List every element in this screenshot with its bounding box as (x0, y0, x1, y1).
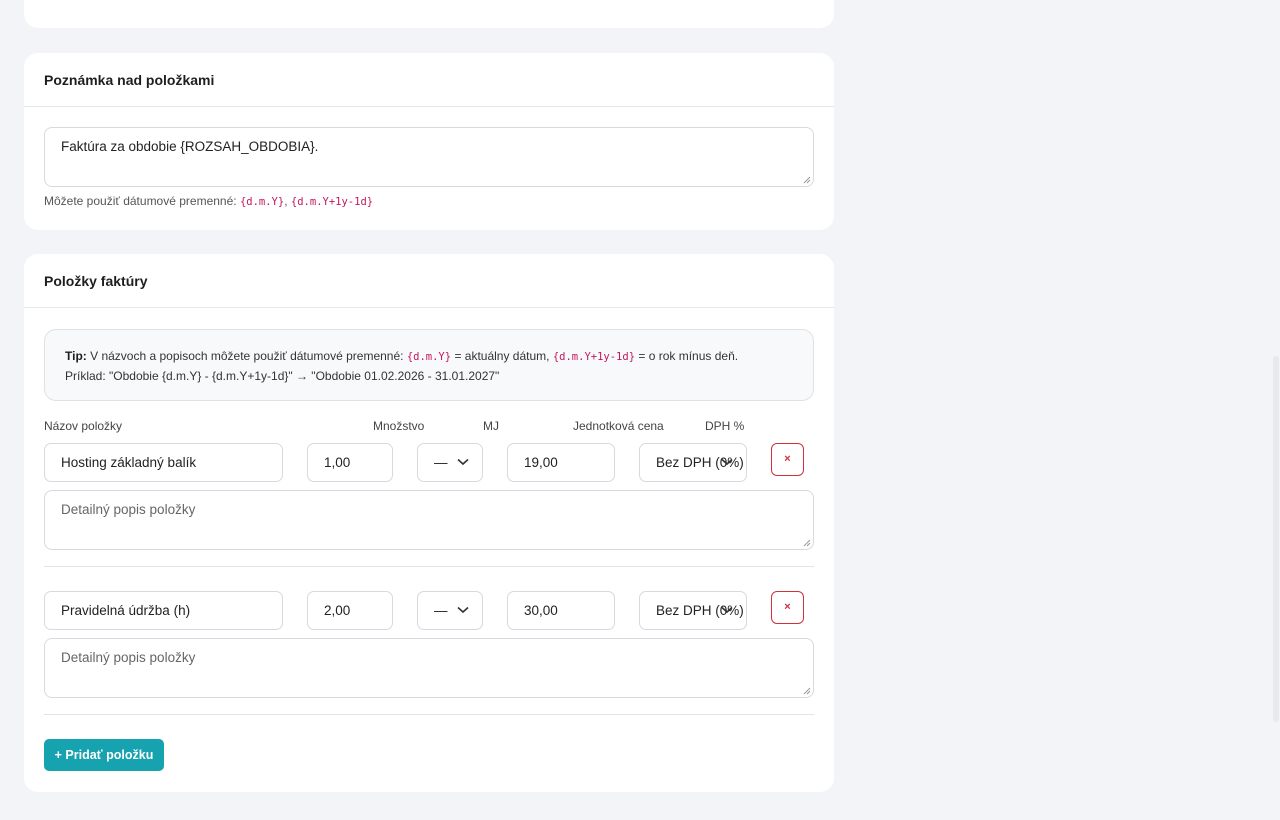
resize-grip-icon[interactable] (803, 176, 811, 184)
column-label-unit: MJ (483, 419, 499, 433)
tip-text: = o rok mínus deň. (638, 349, 739, 363)
previous-section-card (24, 0, 834, 28)
note-hint-text: Môžete použiť dátumové premenné: (44, 194, 237, 208)
chevron-down-icon (721, 458, 733, 466)
resize-grip-icon[interactable] (803, 687, 811, 695)
item-description-textarea[interactable]: Detailný popis položky (44, 638, 814, 698)
date-variable-code: {d.m.Y} (239, 196, 285, 208)
item-unit-value: — (434, 455, 448, 470)
item-name-input[interactable]: Pravidelná údržba (h) (44, 591, 283, 630)
item-vat-select[interactable]: Bez DPH (0%) (639, 591, 747, 630)
tip-example: Príklad: "Obdobie {d.m.Y} - {d.m.Y+1y-1d… (65, 369, 500, 383)
date-variable-code: {d.m.Y} (406, 351, 452, 363)
tip-text: V názvoch a popisoch môžete použiť dátum… (90, 349, 404, 363)
item-divider (44, 566, 814, 567)
chevron-down-icon (457, 458, 469, 466)
column-label-unit-price: Jednotková cena (573, 419, 664, 433)
item-unit-select[interactable]: — (417, 591, 483, 630)
close-icon: × (784, 453, 791, 465)
note-section-card: Poznámka nad položkami Faktúra za obdobi… (24, 53, 834, 230)
item-divider (44, 714, 814, 715)
hint-separator: , (284, 194, 288, 208)
column-label-quantity: Množstvo (373, 419, 425, 433)
item-name-input[interactable]: Hosting základný balík (44, 443, 283, 482)
resize-grip-icon[interactable] (803, 539, 811, 547)
item-price-input[interactable]: 30,00 (507, 591, 615, 630)
item-vat-select[interactable]: Bez DPH (0%) (639, 443, 747, 482)
column-label-name: Názov položky (44, 419, 123, 433)
date-variable-code: {d.m.Y+1y-1d} (290, 196, 374, 208)
item-quantity-input[interactable]: 1,00 (307, 443, 393, 482)
note-textarea-value: Faktúra za obdobie {ROZSAH_OBDOBIA}. (61, 139, 319, 154)
item-description-textarea[interactable]: Detailný popis položky (44, 490, 814, 550)
date-variable-code: {d.m.Y+1y-1d} (552, 351, 636, 363)
item-unit-select[interactable]: — (417, 443, 483, 482)
delete-item-button[interactable]: × (771, 443, 804, 476)
item-description-placeholder: Detailný popis položky (61, 650, 196, 665)
note-section-title: Poznámka nad položkami (24, 53, 834, 107)
tip-label: Tip: (65, 349, 87, 363)
tip-text: = aktuálny dátum, (454, 349, 550, 363)
items-section-title: Položky faktúry (24, 254, 834, 308)
item-description-placeholder: Detailný popis položky (61, 502, 196, 517)
chevron-down-icon (457, 606, 469, 614)
tip-line: Tip: V názvoch a popisoch môžete použiť … (65, 347, 793, 367)
item-price-input[interactable]: 19,00 (507, 443, 615, 482)
add-item-button[interactable]: + Pridať položku (44, 739, 164, 771)
note-textarea[interactable]: Faktúra za obdobie {ROZSAH_OBDOBIA}. (44, 127, 814, 187)
column-label-vat: DPH % (705, 419, 745, 433)
close-icon: × (784, 601, 791, 613)
chevron-down-icon (721, 606, 733, 614)
scrollbar-thumb[interactable] (1273, 356, 1279, 722)
item-unit-value: — (434, 603, 448, 618)
invoice-items-card: Položky faktúry Tip: V názvoch a popisoc… (24, 254, 834, 792)
delete-item-button[interactable]: × (771, 591, 804, 624)
item-quantity-input[interactable]: 2,00 (307, 591, 393, 630)
note-hint: Môžete použiť dátumové premenné: {d.m.Y}… (44, 194, 373, 208)
tip-box: Tip: V názvoch a popisoch môžete použiť … (44, 329, 814, 401)
